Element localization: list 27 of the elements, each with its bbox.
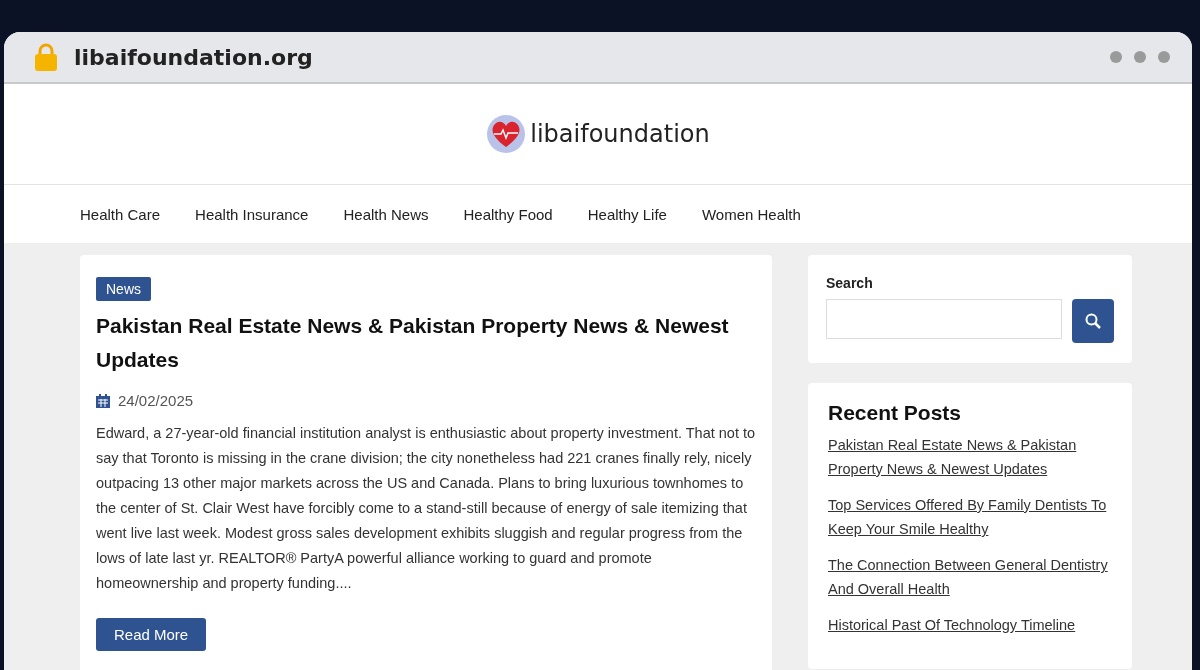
nav-link[interactable]: Health Care xyxy=(80,205,161,223)
lock-icon xyxy=(34,42,58,72)
nav-link[interactable]: Healthy Food xyxy=(463,205,553,223)
recent-post-link[interactable]: The Connection Between General Dentistry And Overall Health xyxy=(828,553,1112,601)
read-more-button[interactable]: Read More xyxy=(96,618,207,652)
heart-logo-icon[interactable] xyxy=(486,114,527,154)
nav-link[interactable]: Women Health xyxy=(701,205,801,223)
recent-post-link[interactable]: Historical Past Of Technology Timeline xyxy=(828,613,1112,637)
site-name[interactable]: libaifoundation xyxy=(530,120,710,148)
recent-post-link[interactable]: Pakistan Real Estate News & Pakistan Property News & Newest Updates xyxy=(828,433,1112,481)
window-dot xyxy=(1158,51,1170,63)
post-excerpt: Edward, a 27-year-old financial institution analyst is enthusiastic about property investment. That not to say that Toronto is missing in the crane division; the city nonetheless had 221 cranes finally rely, nicely outpacing 13 other major markets across the US and Canada. Plans to bring luxurious townhomes to the center of St. Clair West have forcibly come to a stand-still because of energy of sale itemizing that went live last week. Modest gross sales development exhibits sluggish and regular progress from the lows of late last yr. REALTOR® PartyA powerful alliance working to guard and promote homeownership and property funding.... xyxy=(96,424,756,594)
nav-link[interactable]: Healthy Life xyxy=(587,205,667,223)
post-date: 24/02/2025 xyxy=(118,392,194,410)
recent-posts-title: Recent Posts xyxy=(828,401,963,425)
nav-link[interactable]: Health News xyxy=(343,205,429,223)
post-title[interactable]: Pakistan Real Estate News & Pakistan Property News & Newest Updates xyxy=(96,309,756,377)
window-dot xyxy=(1110,51,1122,63)
recent-post-link[interactable]: Top Services Offered By Family Dentists To Keep Your Smile Healthy xyxy=(828,493,1112,541)
search-button[interactable] xyxy=(1072,299,1114,343)
category-tag[interactable]: News xyxy=(96,277,151,301)
search-icon xyxy=(1085,313,1101,329)
search-label: Search xyxy=(826,275,874,291)
nav-link[interactable]: Health Insurance xyxy=(195,205,309,223)
calendar-icon xyxy=(96,393,110,408)
search-field[interactable] xyxy=(826,299,1062,339)
window-dot xyxy=(1134,51,1146,63)
